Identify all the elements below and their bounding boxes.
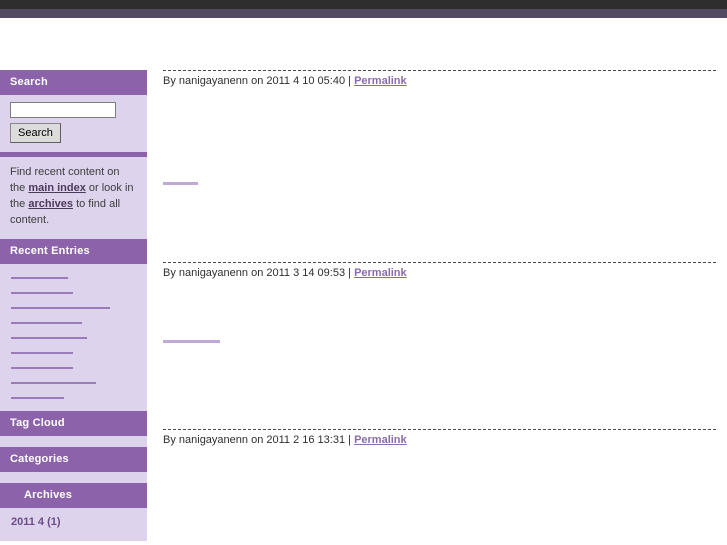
categories-body	[0, 471, 147, 483]
recent-entry-link[interactable]	[11, 321, 82, 324]
post: By nanigayanenn on 2011 4 10 05:40 | Per…	[163, 70, 716, 262]
recent-entries-list	[0, 263, 147, 411]
widget-archives-title: Archives	[0, 482, 147, 508]
recent-entry-link[interactable]	[11, 276, 68, 279]
post-author-prefix: By nanigayanenn on	[163, 434, 267, 446]
recent-entry-link[interactable]	[11, 336, 87, 339]
post: By nanigayanenn on 2011 3 14 09:53 | Per…	[163, 262, 716, 429]
post-meta: By nanigayanenn on 2011 2 16 13:31 | Per…	[163, 430, 716, 446]
post-author-prefix: By nanigayanenn on	[163, 75, 267, 87]
recent-entry-link[interactable]	[11, 366, 73, 369]
post-date: 2011 3 14 09:53	[266, 267, 346, 279]
post: By nanigayanenn on 2011 2 16 13:31 | Per…	[163, 429, 716, 489]
widget-tag-cloud-title: Tag Cloud	[0, 410, 147, 436]
post-meta-separator: |	[345, 267, 355, 279]
widget-search-title: Search	[0, 70, 147, 95]
widget-search: Search Search	[0, 70, 147, 152]
site-banner-bar	[0, 9, 727, 18]
main-content: By nanigayanenn on 2011 4 10 05:40 | Per…	[163, 70, 716, 489]
post-body-link[interactable]	[163, 340, 220, 343]
post-date: 2011 4 10 05:40	[266, 75, 346, 87]
post-body-link[interactable]	[163, 182, 198, 185]
post-meta: By nanigayanenn on 2011 3 14 09:53 | Per…	[163, 263, 716, 279]
post-meta-separator: |	[345, 434, 355, 446]
recent-entry-link[interactable]	[11, 291, 73, 294]
post-meta: By nanigayanenn on 2011 4 10 05:40 | Per…	[163, 71, 716, 87]
widget-categories: Categories	[0, 446, 147, 483]
sidebar: Search Search Find recent content on the…	[0, 70, 147, 541]
widget-search-body: Search	[0, 95, 147, 152]
widget-recent-entries: Recent Entries	[0, 238, 147, 411]
widget-archives: Archives 2011 4 (1)	[0, 482, 147, 541]
recent-entry-link[interactable]	[11, 351, 73, 354]
widget-tag-cloud: Tag Cloud	[0, 410, 147, 447]
permalink-link[interactable]: Permalink	[354, 267, 407, 279]
main-index-link[interactable]: main index	[28, 182, 85, 194]
post-meta-separator: |	[345, 75, 355, 87]
find-content-blurb: Find recent content on the main index or…	[0, 157, 147, 239]
archives-link[interactable]: archives	[28, 198, 73, 210]
search-input[interactable]	[10, 102, 116, 118]
search-button[interactable]: Search	[10, 123, 61, 143]
recent-entry-link[interactable]	[11, 396, 64, 399]
recent-entry-link[interactable]	[11, 381, 96, 384]
archive-item[interactable]: 2011 4 (1)	[0, 513, 147, 531]
permalink-link[interactable]: Permalink	[354, 75, 407, 87]
widget-categories-title: Categories	[0, 446, 147, 472]
post-author-prefix: By nanigayanenn on	[163, 267, 267, 279]
post-date: 2011 2 16 13:31	[266, 434, 346, 446]
permalink-link[interactable]: Permalink	[354, 434, 407, 446]
browser-top-bar	[0, 0, 727, 9]
recent-entry-link[interactable]	[11, 306, 110, 309]
widget-recent-entries-title: Recent Entries	[0, 238, 147, 264]
tag-cloud-body	[0, 435, 147, 447]
archives-list: 2011 4 (1)	[0, 507, 147, 541]
